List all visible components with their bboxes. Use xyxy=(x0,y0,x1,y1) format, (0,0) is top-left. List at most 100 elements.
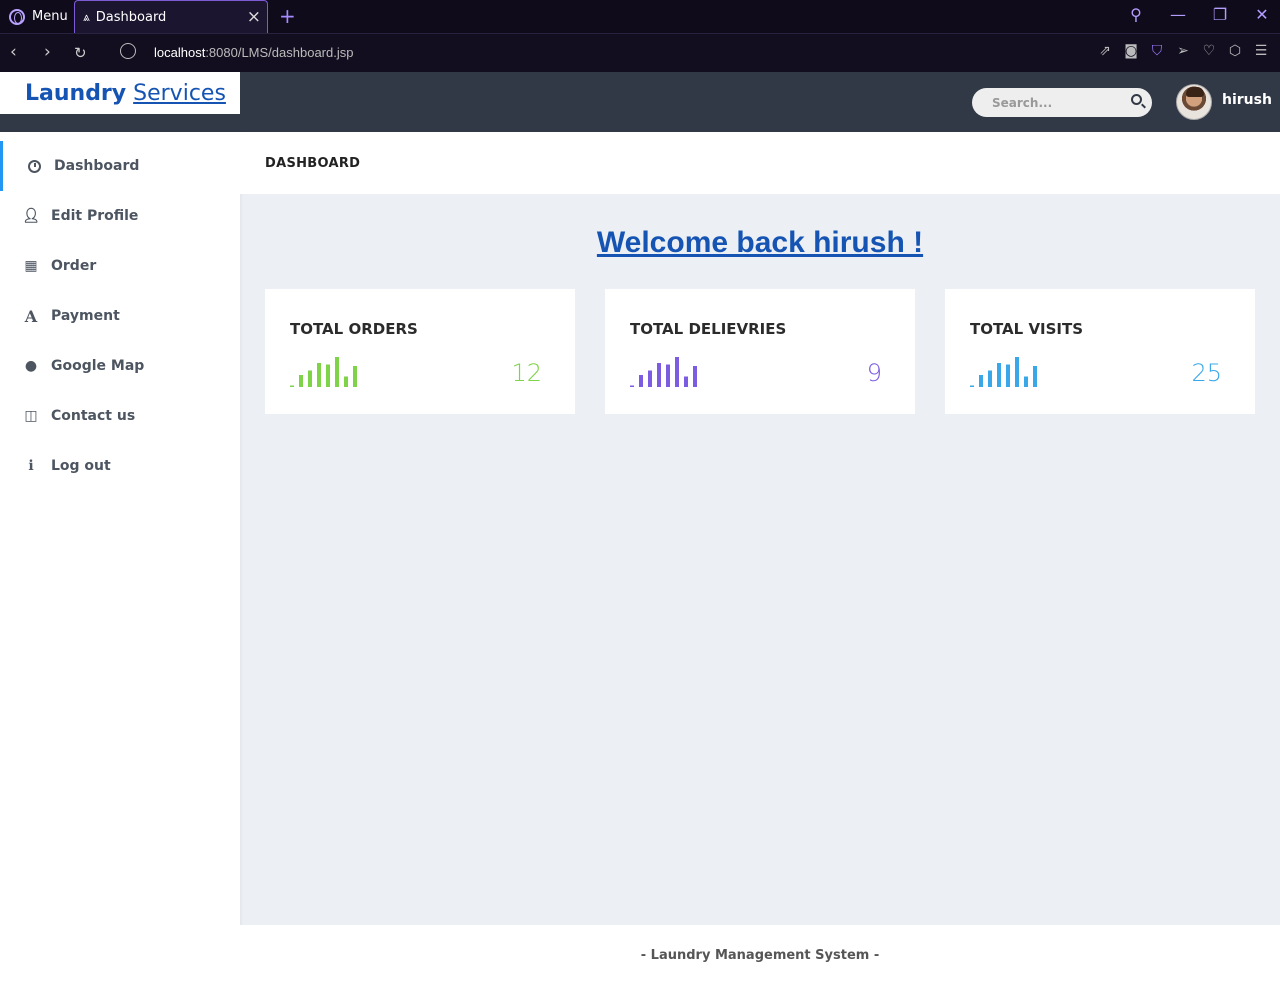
sparkline-bar xyxy=(353,366,357,387)
sparkline-bar xyxy=(344,376,348,387)
url-host: localhost xyxy=(154,45,206,60)
sparkline-bar xyxy=(648,370,652,387)
vpn-shield-icon[interactable]: ⛉ xyxy=(1150,43,1164,59)
sparkline-bar xyxy=(979,375,983,387)
user-icon: 👤︎ xyxy=(22,208,40,224)
tab-title: Dashboard xyxy=(95,9,167,25)
username[interactable]: hirush xyxy=(1222,92,1272,108)
share-icon[interactable]: ⇗ xyxy=(1098,43,1112,59)
extension-icons: ⇗ ◙ ⛉ ➢ ♡ ⬡ ☰ xyxy=(1098,43,1268,59)
top-navbar: hirush xyxy=(240,72,1280,132)
sidebar-item-google-map[interactable]: ● Google Map xyxy=(0,341,240,391)
logo-sub-text: Services xyxy=(133,80,226,106)
cube-icon[interactable]: ⬡ xyxy=(1228,43,1242,59)
sidebar-item-label: Payment xyxy=(51,308,120,324)
sparkline-bar xyxy=(299,375,303,387)
sparkline-chart xyxy=(290,357,357,387)
footer: - Laundry Management System - xyxy=(240,925,1280,986)
minimize-icon[interactable]: — xyxy=(1170,5,1186,24)
send-icon[interactable]: ➢ xyxy=(1176,43,1190,59)
font-icon: A xyxy=(24,306,38,326)
table-icon: ▦ xyxy=(24,258,38,274)
sparkline-bar xyxy=(1033,366,1037,387)
sparkline-bar xyxy=(308,370,312,387)
new-tab-icon[interactable]: + xyxy=(279,4,296,28)
sparkline-bar xyxy=(684,376,688,387)
card-title: TOTAL ORDERS xyxy=(290,320,418,338)
stat-card-deliveries: TOTAL DELIEVRIES 9 xyxy=(605,289,915,414)
card-title: TOTAL VISITS xyxy=(970,320,1084,338)
url-field[interactable]: localhost:8080/LMS/dashboard.jsp xyxy=(154,45,353,60)
heart-icon[interactable]: ♡ xyxy=(1202,43,1216,59)
sparkline-chart xyxy=(970,357,1037,387)
back-icon[interactable]: ‹ xyxy=(10,42,17,62)
close-tab-icon[interactable]: × xyxy=(247,7,261,27)
globe-icon: ● xyxy=(24,358,38,374)
close-window-icon[interactable]: ✕ xyxy=(1254,5,1270,24)
sparkline-bar xyxy=(1006,364,1010,387)
sidebar-item-label: Contact us xyxy=(51,408,136,424)
sparkline-bar xyxy=(1024,376,1028,387)
url-path: :8080/LMS/dashboard.jsp xyxy=(205,45,354,60)
sparkline-bar xyxy=(630,385,634,387)
browser-search-icon[interactable]: ⚲ xyxy=(1128,5,1144,24)
card-value: 25 xyxy=(1191,359,1222,387)
restore-icon[interactable]: ❐ xyxy=(1212,5,1228,24)
sparkline-bar xyxy=(693,366,697,387)
sidebar-item-order[interactable]: ▦ Order xyxy=(0,241,240,291)
site-info-icon[interactable] xyxy=(120,43,136,59)
sparkline-bar xyxy=(326,364,330,387)
sparkline-bar xyxy=(1015,357,1019,387)
avatar[interactable] xyxy=(1176,84,1212,120)
browser-menu-button[interactable]: Menu xyxy=(0,0,74,33)
opera-logo-icon xyxy=(9,8,25,25)
sparkline-bar xyxy=(335,357,339,387)
browser-tab[interactable]: ⩓ Dashboard × xyxy=(74,0,268,33)
sidebar-item-label: Log out xyxy=(51,458,111,474)
window-controls: ⚲ — ❐ ✕ xyxy=(1128,5,1270,24)
menu-label: Menu xyxy=(32,9,68,24)
card-value: 12 xyxy=(511,359,542,387)
sidebar-item-log-out[interactable]: ℹ Log out xyxy=(0,441,240,491)
sparkline-bar xyxy=(290,385,294,387)
camera-icon[interactable]: ◙ xyxy=(1124,43,1138,59)
info-icon: ℹ xyxy=(28,458,34,474)
welcome-heading[interactable]: Welcome back hirush ! xyxy=(240,226,1280,260)
sparkline-bar xyxy=(317,363,321,387)
sidebar-item-dashboard[interactable]: Dashboard xyxy=(0,141,240,191)
breadcrumb: DASHBOARD xyxy=(240,132,1280,194)
easy-setup-icon[interactable]: ☰ xyxy=(1254,43,1268,59)
card-value: 9 xyxy=(866,359,882,387)
sidebar-item-contact-us[interactable]: ◫ Contact us xyxy=(0,391,240,441)
card-title: TOTAL DELIEVRIES xyxy=(630,320,787,338)
sparkline-bar xyxy=(997,363,1001,387)
logo-main-text: Laundry xyxy=(25,80,127,106)
sparkline-bar xyxy=(675,357,679,387)
forward-icon[interactable]: › xyxy=(44,42,51,62)
app-logo[interactable]: Laundry Services xyxy=(0,72,240,114)
sidebar-item-label: Edit Profile xyxy=(51,208,139,224)
sparkline-bar xyxy=(639,375,643,387)
sparkline-bar xyxy=(657,363,661,387)
logo-underlay xyxy=(0,114,240,132)
sparkline-bar xyxy=(666,364,670,387)
sidebar-item-edit-profile[interactable]: 👤︎ Edit Profile xyxy=(0,191,240,241)
search-icon[interactable] xyxy=(1131,94,1142,105)
sidebar-item-label: Google Map xyxy=(51,358,145,374)
sidebar-item-label: Order xyxy=(51,258,97,274)
address-bar: ‹ › ↻ localhost:8080/LMS/dashboard.jsp ⇗… xyxy=(0,33,1280,72)
columns-icon: ◫ xyxy=(24,408,38,424)
reload-icon[interactable]: ↻ xyxy=(74,44,87,62)
sidebar: Dashboard 👤︎ Edit Profile ▦ Order A Paym… xyxy=(0,132,240,986)
tab-favicon-icon: ⩓ xyxy=(83,9,90,24)
sparkline-bar xyxy=(970,385,974,387)
sidebar-item-label: Dashboard xyxy=(54,158,140,174)
sparkline-chart xyxy=(630,357,697,387)
search-input[interactable] xyxy=(992,95,1112,110)
stat-card-orders: TOTAL ORDERS 12 xyxy=(265,289,575,414)
sparkline-bar xyxy=(988,370,992,387)
browser-tab-bar: Menu ⩓ Dashboard × + ⚲ — ❐ ✕ xyxy=(0,0,1280,33)
stat-card-visits: TOTAL VISITS 25 xyxy=(945,289,1255,414)
sidebar-item-payment[interactable]: A Payment xyxy=(0,291,240,341)
clock-icon xyxy=(28,159,41,173)
